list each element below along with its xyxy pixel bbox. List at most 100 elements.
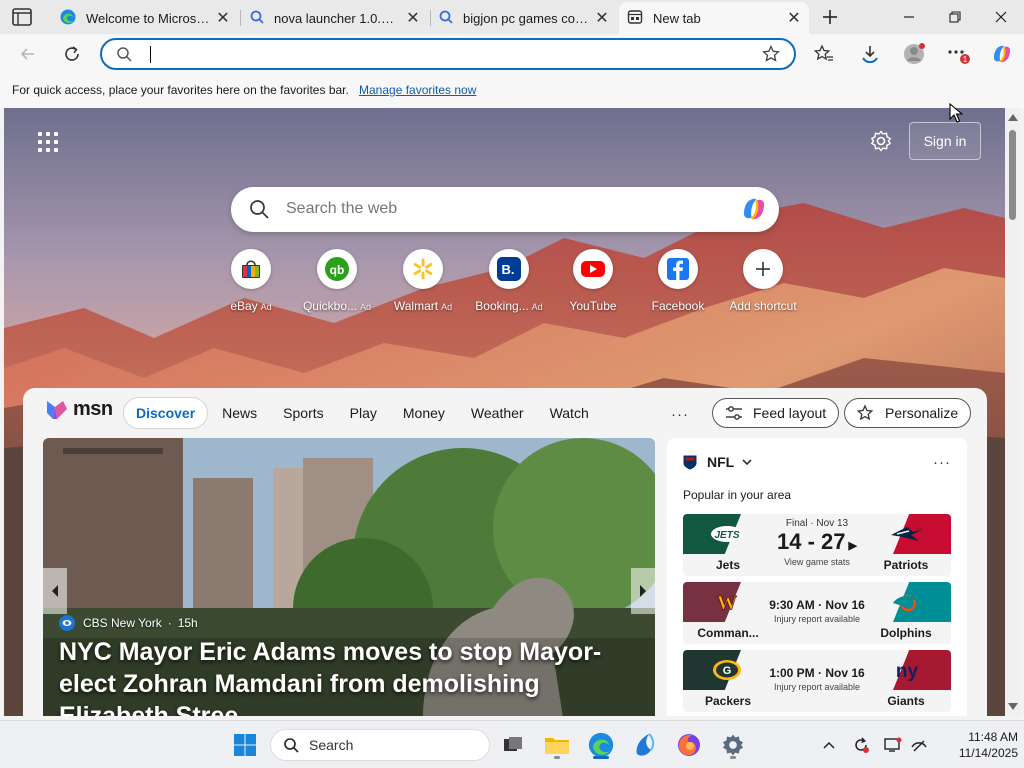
sign-in-button[interactable]: Sign in <box>909 122 981 160</box>
taskbar: Search 11:48 AM 11/14/2025 <box>0 720 1024 768</box>
nav-play[interactable]: Play <box>338 397 389 429</box>
taskbar-search[interactable]: Search <box>270 729 490 761</box>
firefox-button[interactable] <box>673 729 705 761</box>
tab-bigjon-games[interactable]: bigjon pc games collection ✕ <box>431 4 617 32</box>
favorite-star-icon[interactable] <box>762 44 780 68</box>
hero-next-button[interactable] <box>631 568 655 614</box>
back-arrow-icon <box>20 48 34 60</box>
nfl-more-button[interactable]: ··· <box>933 454 951 471</box>
close-window-button[interactable] <box>978 0 1024 34</box>
shortcut-youtube[interactable]: YouTube <box>550 249 636 313</box>
app-taskbar-button[interactable] <box>629 729 661 761</box>
nfl-widget: NFL ··· Popular in your area JETS Jets F… <box>667 438 967 716</box>
personalize-button[interactable]: Personalize <box>844 398 972 428</box>
back-button[interactable] <box>14 40 42 68</box>
nav-discover[interactable]: Discover <box>123 397 209 429</box>
minimize-icon <box>904 16 914 18</box>
sliders-icon <box>725 405 743 421</box>
tray-sync-icon[interactable] <box>850 735 872 755</box>
clock-date: 11/14/2025 <box>958 746 1018 760</box>
feed-layout-button[interactable]: Feed layout <box>712 398 840 428</box>
task-view-button[interactable] <box>497 729 529 761</box>
shortcut-facebook[interactable]: Facebook <box>635 249 721 313</box>
close-tab-icon[interactable]: ✕ <box>785 9 803 27</box>
copilot-icon[interactable] <box>739 194 769 224</box>
taskbar-clock[interactable]: 11:48 AM 11/14/2025 <box>938 729 1018 761</box>
shortcut-label: Walmart <box>393 299 439 313</box>
game-stats-link[interactable]: View game stats <box>765 557 869 567</box>
game-card-packers-giants[interactable]: G Packers 1:00 PM · Nov 16 Injury report… <box>683 650 951 712</box>
msn-logo[interactable]: msn <box>45 398 113 421</box>
scrollbar-thumb[interactable] <box>1009 130 1016 220</box>
tray-network-icon[interactable] <box>908 735 930 755</box>
favorites-button[interactable] <box>810 40 838 68</box>
refresh-button[interactable] <box>58 40 86 68</box>
tray-overflow-button[interactable] <box>818 735 840 755</box>
hero-prev-button[interactable] <box>43 568 67 614</box>
shortcut-walmart[interactable]: Walmart Ad <box>380 249 466 313</box>
game-card-commanders-dolphins[interactable]: W Comman... 9:30 AM · Nov 16 Injury repo… <box>683 582 951 644</box>
shortcut-add[interactable]: Add shortcut <box>720 249 806 313</box>
tab-new-tab[interactable]: New tab ✕ <box>619 2 809 34</box>
close-tab-icon[interactable]: ✕ <box>214 9 232 27</box>
restore-button[interactable] <box>932 0 978 34</box>
ad-label: Ad <box>441 302 453 312</box>
settings-app-button[interactable] <box>717 729 749 761</box>
team-name: Comman... <box>697 626 759 640</box>
nfl-header[interactable]: NFL <box>683 454 752 470</box>
copilot-button[interactable] <box>988 40 1016 68</box>
game-time: 9:30 AM · Nov 16 <box>769 598 865 612</box>
shortcut-label: YouTube <box>569 299 617 313</box>
edge-taskbar-button[interactable] <box>585 729 617 761</box>
settings-menu-button[interactable]: 1 <box>944 40 972 68</box>
injury-report-link[interactable]: Injury report available <box>765 614 869 624</box>
game-card-jets-patriots[interactable]: JETS Jets Final · Nov 13 14 - 27 ▶ View g… <box>683 514 951 576</box>
minimize-button[interactable] <box>886 0 932 34</box>
close-tab-icon[interactable]: ✕ <box>593 9 611 27</box>
page-settings-icon[interactable] <box>870 130 892 152</box>
scroll-down-icon[interactable] <box>1008 703 1018 710</box>
shortcut-booking[interactable]: B. Booking... Ad <box>466 249 552 313</box>
tab-welcome-edge[interactable]: Welcome to Microsoft Edge ✕ <box>52 4 238 32</box>
nav-more-button[interactable]: ··· <box>671 406 689 423</box>
favorites-hint-text: For quick access, place your favorites h… <box>12 83 349 97</box>
team-right: Patriots <box>861 514 951 576</box>
tray-display-icon[interactable] <box>882 735 904 755</box>
text-cursor <box>150 46 151 63</box>
profile-button[interactable] <box>900 40 928 68</box>
tab-title: nova launcher 1.0.1 apk <box>274 10 400 26</box>
story-title[interactable]: NYC Mayor Eric Adams moves to stop Mayor… <box>59 636 649 716</box>
feed-nav: Discover News Sports Play Money Weather … <box>123 396 603 430</box>
tab-nova-launcher[interactable]: nova launcher 1.0.1 apk ✕ <box>242 4 428 32</box>
running-indicator <box>730 756 736 759</box>
scroll-up-icon[interactable] <box>1008 114 1018 121</box>
nav-news[interactable]: News <box>210 397 269 429</box>
shortcut-ebay[interactable]: eBay Ad <box>208 249 294 313</box>
nav-weather[interactable]: Weather <box>459 397 536 429</box>
address-bar[interactable] <box>100 38 796 70</box>
nav-sports[interactable]: Sports <box>271 397 335 429</box>
manage-favorites-link[interactable]: Manage favorites now <box>359 83 476 97</box>
web-search-box[interactable]: Search the web <box>231 187 779 232</box>
new-tab-button[interactable] <box>816 4 844 30</box>
file-explorer-button[interactable] <box>541 729 573 761</box>
page-scrollbar[interactable] <box>1005 108 1020 716</box>
shortcut-quickbooks[interactable]: qb Quickbo... Ad <box>294 249 380 313</box>
tab-strip: Welcome to Microsoft Edge ✕ nova launche… <box>0 0 1024 34</box>
svg-text:W: W <box>717 592 737 613</box>
nav-watch[interactable]: Watch <box>538 397 601 429</box>
shortcut-label: Booking... <box>475 299 529 313</box>
apps-launcher-icon[interactable] <box>38 132 58 152</box>
injury-report-link[interactable]: Injury report available <box>765 682 869 692</box>
taskbar-search-label: Search <box>309 737 354 753</box>
start-button[interactable] <box>229 729 261 761</box>
downloads-button[interactable] <box>856 40 884 68</box>
search-icon <box>116 46 132 67</box>
hero-story[interactable]: CBS New York · 15h NYC Mayor Eric Adams … <box>43 438 655 716</box>
running-indicator <box>593 756 609 759</box>
close-tab-icon[interactable]: ✕ <box>404 9 422 27</box>
facebook-icon <box>667 258 689 280</box>
download-icon <box>862 46 878 64</box>
nav-money[interactable]: Money <box>391 397 457 429</box>
tab-actions-icon[interactable] <box>12 8 32 26</box>
